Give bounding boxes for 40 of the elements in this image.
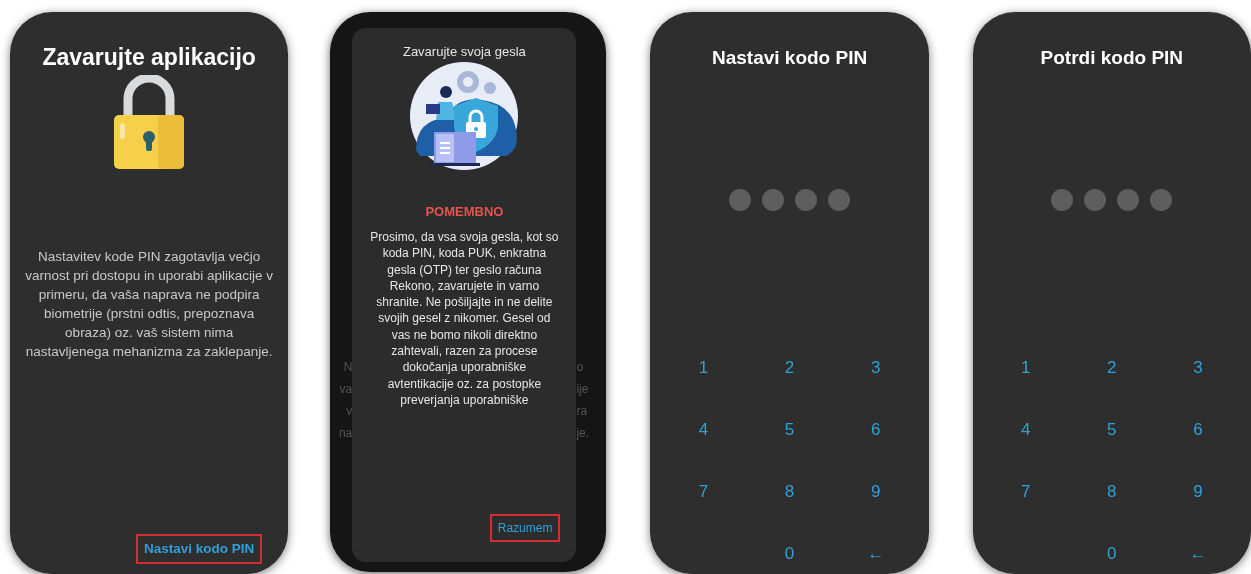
keypad-key[interactable]: 4 [698, 416, 709, 443]
background-text: o [576, 359, 584, 376]
screen-title: Potrdi kodo PIN [1040, 46, 1184, 70]
background-text: je. [576, 425, 590, 442]
background-text: N [343, 359, 353, 376]
screen-title: Zavarujte aplikacijo [42, 43, 256, 72]
background-text: v [346, 403, 353, 420]
keypad-key[interactable]: 8 [784, 478, 795, 505]
keypad-key[interactable]: 3 [870, 354, 881, 381]
keypad-key[interactable]: 7 [698, 478, 709, 505]
warning-text: Prosimo, da vsa svoja gesla, kot so koda PIN, koda PUK, enkratna gesla (OTP) ter geslo računa Rekono, zavarujete in varno shranite. Ne pošiljajte in ne delite svojih gesel z nikomer. Gesel od vas ne bomo nikoli direktno zahtevali, razen za procese dokočanja uporabniške avtentikacije oz. za postopke preverjanja uporabniške [369, 229, 560, 409]
keypad-key[interactable]: 1 [1021, 354, 1031, 381]
keypad-key[interactable]: 0 [784, 540, 795, 567]
padlock-icon [114, 74, 185, 169]
background-text: na [338, 425, 353, 442]
background-text: ije [576, 381, 589, 398]
keypad-key[interactable]: 9 [870, 478, 881, 505]
action-link[interactable]: Nastavi kodo PIN [136, 533, 263, 564]
keypad-key[interactable]: 8 [1107, 478, 1117, 505]
keypad-key[interactable]: 1 [698, 354, 709, 381]
keypad-key[interactable]: 4 [1021, 416, 1031, 443]
description-text: Nastavitev kode PIN zagotavlja večjo varnost pri dostopu in uporabi aplikacije v primeru, da vaša naprava ne podpira biometrije (prstni odtis, prepoznava obraza) oz. vaš sistem nima nastavljenega mehanizma za zaklepanje. [24, 247, 274, 361]
keypad-key[interactable]: ← [867, 540, 885, 567]
keypad-key[interactable]: 6 [870, 416, 881, 443]
keypad-key[interactable]: 2 [784, 354, 795, 381]
keypad-key[interactable]: 2 [1107, 354, 1117, 381]
background-text: ra [576, 403, 588, 420]
keypad-key[interactable]: 3 [1193, 354, 1203, 381]
keypad-key[interactable]: 0 [1107, 540, 1117, 567]
keypad-key[interactable]: 5 [1107, 416, 1117, 443]
keypad-key[interactable]: 7 [1021, 478, 1031, 505]
background-text: va [339, 381, 353, 398]
warning-heading: POMEMBNO [425, 202, 504, 221]
keypad-key[interactable]: 6 [1193, 416, 1203, 443]
action-link[interactable]: Razumem [489, 514, 561, 542]
keypad-key[interactable]: ← [1189, 540, 1207, 567]
keypad-key[interactable]: 5 [784, 416, 795, 443]
dialog-title: Zavarujte svoja gesla [402, 43, 526, 61]
keypad-key[interactable]: 9 [1193, 478, 1203, 505]
screen-title: Nastavi kodo PIN [711, 46, 868, 70]
